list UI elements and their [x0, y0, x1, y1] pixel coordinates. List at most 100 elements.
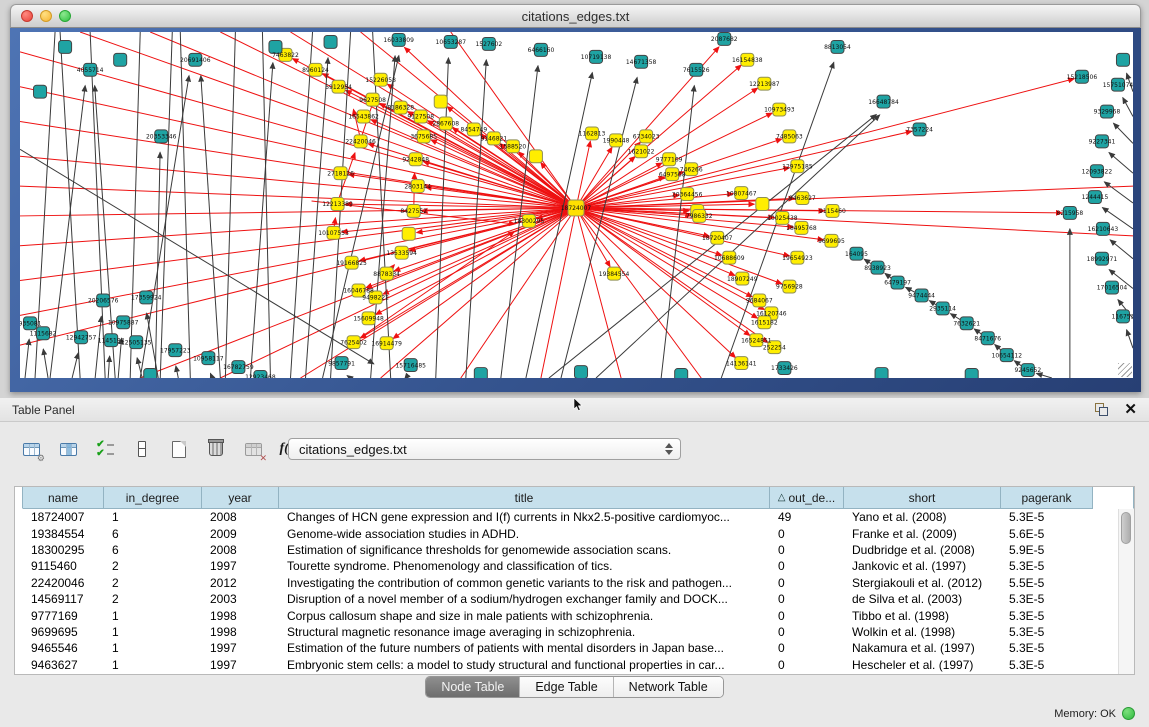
cell-out-de-: 0	[770, 527, 844, 541]
cell-in-degree: 1	[104, 625, 202, 639]
tab-network-table[interactable]: Network Table	[614, 677, 723, 697]
table-row[interactable]: 1872400712008Changes of HCN gene express…	[15, 509, 1134, 525]
close-window-button[interactable]	[21, 10, 33, 22]
network-node[interactable]	[144, 369, 157, 378]
table-row[interactable]: 969969511998Structural magnetic resonanc…	[15, 624, 1134, 640]
table-row[interactable]: 1938455462009Genome-wide association stu…	[15, 525, 1134, 541]
table-row[interactable]: 1456911722003Disruption of a novel membe…	[15, 591, 1134, 607]
highlighted-node[interactable]	[529, 150, 542, 163]
node-label: 164095	[845, 251, 868, 258]
network-node[interactable]	[1116, 53, 1129, 66]
column-header-short[interactable]: short	[844, 487, 1001, 509]
node-label: 16648784	[868, 99, 899, 106]
table-row[interactable]: 946554611997Estimation of the future num…	[15, 640, 1134, 656]
cell-title: Genome-wide association studies in ADHD.	[279, 527, 770, 541]
tab-node-table[interactable]: Node Table	[426, 677, 520, 697]
table-row[interactable]: 977716911998Corpus callosum shape and si…	[15, 607, 1134, 623]
network-node[interactable]	[965, 369, 978, 378]
cell-in-degree: 1	[104, 641, 202, 655]
network-node[interactable]	[59, 40, 72, 53]
scrollbar-thumb[interactable]	[1121, 512, 1131, 544]
node-label: 14671358	[626, 59, 657, 66]
node-label: 16543862	[348, 114, 379, 121]
column-header-pagerank[interactable]: pagerank	[1001, 487, 1093, 509]
table-body: 1872400712008Changes of HCN gene express…	[15, 509, 1134, 673]
network-node[interactable]	[875, 368, 888, 378]
node-label: 20206576	[88, 298, 119, 305]
cell-title: Estimation of significance thresholds fo…	[279, 543, 770, 557]
node-label: 9115460	[819, 208, 846, 215]
table-row[interactable]: 946362711997Embryonic stem cells: a mode…	[15, 657, 1134, 673]
network-node[interactable]	[34, 85, 47, 98]
table-row[interactable]: 911546021997Tourette syndrome. Phenomeno…	[15, 558, 1134, 574]
cell-title: Investigating the contribution of common…	[279, 576, 770, 590]
table-settings-icon[interactable]: ⚙	[16, 434, 46, 464]
network-canvas[interactable]: 1872400774638228960124591295415226058962…	[20, 32, 1133, 378]
tab-edge-table[interactable]: Edge Table	[520, 677, 613, 697]
table-row[interactable]: 2242004622012Investigating the contribut…	[15, 575, 1134, 591]
new-table-icon[interactable]	[164, 434, 194, 464]
cell-year: 1998	[202, 609, 279, 623]
node-label: 8813054	[824, 44, 851, 51]
zoom-window-button[interactable]	[59, 10, 71, 22]
float-window-icon[interactable]	[1095, 403, 1108, 416]
window-titlebar[interactable]: citations_edges.txt	[10, 4, 1141, 28]
table-selector-value: citations_edges.txt	[299, 442, 407, 457]
node-label: 8878334	[373, 271, 400, 278]
node-label: 18992971	[1087, 256, 1118, 263]
node-label: 1990448	[603, 138, 630, 145]
minimize-window-button[interactable]	[40, 10, 52, 22]
node-label: 7632621	[953, 321, 980, 328]
network-node[interactable]	[675, 369, 688, 378]
node-label: 17016504	[1097, 285, 1128, 292]
table-selector-combobox[interactable]: citations_edges.txt	[288, 438, 681, 460]
close-icon[interactable]: ✕	[1124, 403, 1137, 416]
resize-grip[interactable]	[1118, 363, 1132, 377]
network-node[interactable]	[574, 366, 587, 378]
cell-out-de-: 0	[770, 609, 844, 623]
table-scrollbar[interactable]	[1118, 509, 1134, 674]
node-label: 7986332	[686, 213, 713, 220]
highlighted-node[interactable]	[756, 198, 769, 211]
cell-pagerank: 5.5E-5	[1001, 576, 1093, 590]
network-node[interactable]	[114, 53, 127, 66]
node-label: 13533594	[386, 250, 417, 257]
node-label: 19654923	[782, 255, 813, 262]
table-row[interactable]: 1830029562008Estimation of significance …	[15, 542, 1134, 558]
cell-pagerank: 5.3E-5	[1001, 559, 1093, 573]
column-header-title[interactable]: title	[279, 487, 770, 509]
cell-year: 2008	[202, 510, 279, 524]
cell-in-degree: 1	[104, 510, 202, 524]
node-label: 9857791	[328, 360, 355, 367]
header-filler	[1093, 487, 1134, 509]
cell-in-degree: 6	[104, 543, 202, 557]
column-header-name[interactable]: name	[23, 487, 104, 509]
column-header-year[interactable]: year	[202, 487, 279, 509]
node-label: 10688609	[714, 255, 745, 262]
column-header-in-degree[interactable]: in_degree	[104, 487, 202, 509]
node-label: 7485063	[776, 134, 803, 141]
node-label: 8215958	[1057, 210, 1084, 217]
network-node[interactable]	[324, 35, 337, 48]
delete-table-icon[interactable]	[201, 434, 231, 464]
cell-name: 9115460	[23, 559, 104, 573]
node-label: 10807467	[726, 190, 757, 197]
citation-network-graph[interactable]: 1872400774638228960124591295415226058962…	[20, 32, 1133, 378]
node-label: 8471676	[974, 335, 1001, 342]
select-rows-icon[interactable]: ✔✔	[90, 434, 120, 464]
cell-year: 1997	[202, 658, 279, 672]
node-label: 8454749	[460, 127, 487, 134]
network-node[interactable]	[474, 368, 487, 378]
column-header-out-de-[interactable]: △out_de...	[770, 487, 844, 509]
column-settings-icon[interactable]	[53, 434, 83, 464]
row-height-icon[interactable]	[127, 434, 157, 464]
cell-short: Yano et al. (2008)	[844, 510, 1001, 524]
cell-pagerank: 5.3E-5	[1001, 625, 1093, 639]
node-label: 9146821	[481, 136, 508, 143]
highlighted-node[interactable]	[402, 227, 415, 240]
import-table-disabled-icon[interactable]: ✕	[238, 434, 268, 464]
cell-name: 9699695	[23, 625, 104, 639]
cell-name: 18300295	[23, 543, 104, 557]
highlighted-node[interactable]	[434, 95, 447, 108]
node-label: 12923468	[245, 374, 276, 378]
